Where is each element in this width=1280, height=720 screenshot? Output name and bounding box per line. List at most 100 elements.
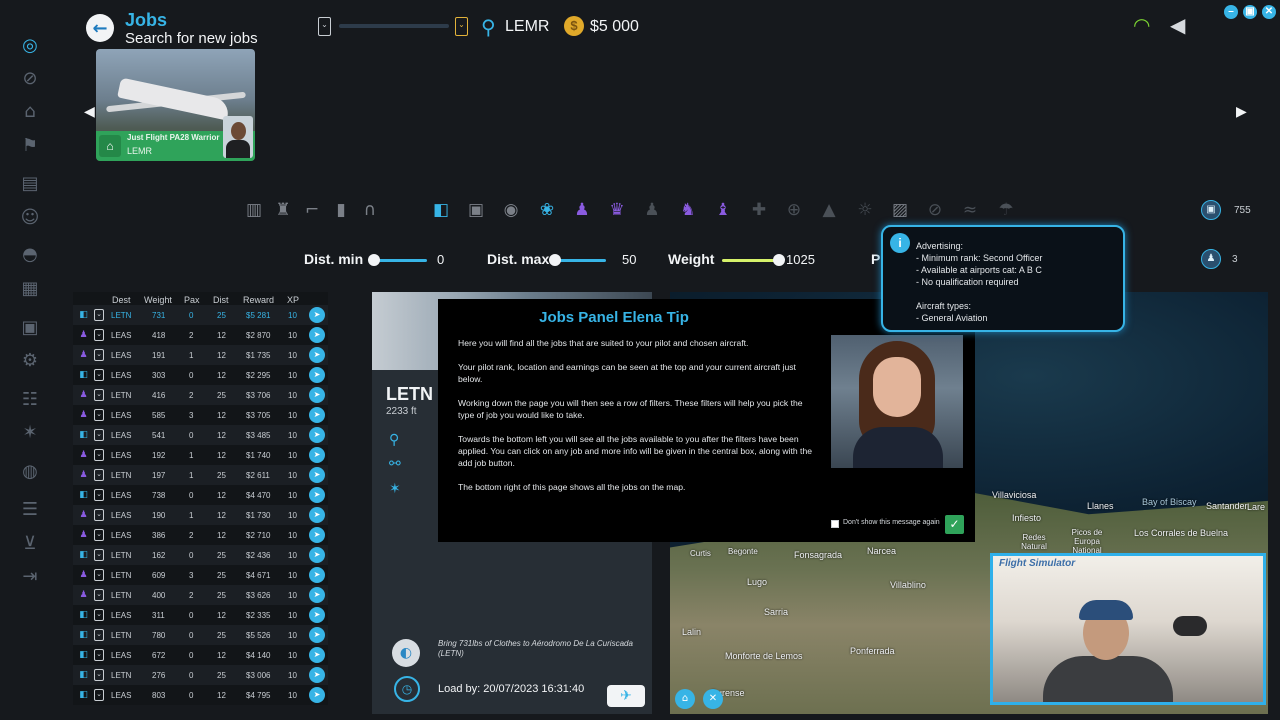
weight-knob[interactable] xyxy=(773,254,785,266)
advertising-icon[interactable]: ▨ xyxy=(889,199,911,221)
table-row[interactable]: ◧ ⌄ LETN 162 0 25 $2 436 10 ➤ xyxy=(73,545,328,565)
table-row[interactable]: ♟ ⌄ LEAS 192 1 12 $1 740 10 ➤ xyxy=(73,445,328,465)
globe-icon[interactable]: ◍ xyxy=(18,460,42,482)
expand-chevron-icon[interactable]: ⌄ xyxy=(94,329,104,341)
trophy-disabled-icon[interactable]: ♜ xyxy=(272,199,294,221)
cap-icon[interactable]: ◓ xyxy=(18,243,42,265)
passenger-icon[interactable]: ♟ xyxy=(571,199,593,221)
table-row[interactable]: ◧ ⌄ LETN 276 0 25 $3 006 10 ➤ xyxy=(73,665,328,685)
settings-sliders-icon[interactable]: ☰ xyxy=(18,498,42,520)
job-go-icon[interactable]: ➤ xyxy=(309,587,325,603)
job-go-icon[interactable]: ➤ xyxy=(309,327,325,343)
job-go-icon[interactable]: ➤ xyxy=(309,627,325,643)
dist-min-slider[interactable] xyxy=(372,259,427,262)
table-row[interactable]: ◧ ⌄ LETN 780 0 25 $5 526 10 ➤ xyxy=(73,625,328,645)
megaphone-icon[interactable]: ◀ xyxy=(1170,13,1185,37)
close-button[interactable]: ✕ xyxy=(1262,5,1276,19)
expand-chevron-icon[interactable]: ⌄ xyxy=(94,449,104,461)
dashboard-icon[interactable]: ⊘ xyxy=(18,67,42,89)
photo-passenger-icon[interactable]: ♞ xyxy=(677,199,699,221)
next-aircraft-arrow-icon[interactable]: ▶ xyxy=(1236,104,1247,120)
table-row[interactable]: ◧ ⌄ LEAS 672 0 12 $4 140 10 ➤ xyxy=(73,645,328,665)
expand-chevron-icon[interactable]: ⌄ xyxy=(94,349,104,361)
expand-chevron-icon[interactable]: ⌄ xyxy=(94,309,104,321)
table-row[interactable]: ♟ ⌄ LETN 197 1 25 $2 611 10 ➤ xyxy=(73,465,328,485)
job-go-icon[interactable]: ➤ xyxy=(309,647,325,663)
job-go-icon[interactable]: ➤ xyxy=(309,407,325,423)
table-row[interactable]: ♟ ⌄ LEAS 418 2 12 $2 870 10 ➤ xyxy=(73,325,328,345)
expand-chevron-icon[interactable]: ⌄ xyxy=(94,529,104,541)
shop-icon[interactable]: ▤ xyxy=(18,172,42,194)
expand-chevron-icon[interactable]: ⌄ xyxy=(94,469,104,481)
job-go-icon[interactable]: ➤ xyxy=(309,607,325,623)
parcel-icon[interactable]: ❀ xyxy=(536,199,558,221)
table-row[interactable]: ♟ ⌄ LEAS 190 1 12 $1 730 10 ➤ xyxy=(73,505,328,525)
table-row[interactable]: ◧ ⌄ LEAS 541 0 12 $3 485 10 ➤ xyxy=(73,425,328,445)
airshow-icon[interactable]: ≈ xyxy=(959,199,981,221)
job-go-icon[interactable]: ➤ xyxy=(309,527,325,543)
job-go-icon[interactable]: ➤ xyxy=(309,507,325,523)
expand-chevron-icon[interactable]: ⌄ xyxy=(94,689,104,701)
job-go-icon[interactable]: ➤ xyxy=(309,547,325,563)
group-passenger-icon[interactable]: ♝ xyxy=(712,199,734,221)
cargo-disabled-icon[interactable]: ▥ xyxy=(243,199,265,221)
expand-chevron-icon[interactable]: ⌄ xyxy=(94,369,104,381)
expand-chevron-icon[interactable]: ⌄ xyxy=(94,669,104,681)
parachute-icon[interactable]: ☂ xyxy=(995,199,1017,221)
wings-icon[interactable]: ✶ xyxy=(18,421,42,443)
expand-chevron-icon[interactable]: ⌄ xyxy=(94,509,104,521)
briefcase-icon[interactable]: ▣ xyxy=(465,199,487,221)
map-job-marker-icon[interactable]: ✕ xyxy=(703,689,723,709)
camera-icon[interactable]: ◉ xyxy=(500,199,522,221)
cargo-box-icon[interactable]: ◧ xyxy=(430,199,452,221)
back-button[interactable]: ← xyxy=(86,14,114,42)
headset-disabled-icon[interactable]: ∩ xyxy=(359,199,381,221)
job-go-icon[interactable]: ➤ xyxy=(309,467,325,483)
table-row[interactable]: ◧ ⌄ LEAS 738 0 12 $4 470 10 ➤ xyxy=(73,485,328,505)
col-reward[interactable]: Reward xyxy=(243,295,274,305)
job-go-icon[interactable]: ➤ xyxy=(309,367,325,383)
crane-disabled-icon[interactable]: ⌐ xyxy=(301,199,323,221)
pilot-icon[interactable]: ☺ xyxy=(18,206,42,228)
aircraft-card[interactable]: ⌂ Just Flight PA28 Warrior LEMR xyxy=(96,49,255,161)
job-go-icon[interactable]: ➤ xyxy=(309,427,325,443)
fire-icon[interactable]: ▲ xyxy=(818,199,840,221)
expand-chevron-icon[interactable]: ⌄ xyxy=(94,429,104,441)
prev-aircraft-arrow-icon[interactable]: ◀ xyxy=(84,104,95,120)
vip-passenger-icon[interactable]: ♛ xyxy=(606,199,628,221)
dist-max-knob[interactable] xyxy=(549,254,561,266)
logbook-icon[interactable]: ▣ xyxy=(18,316,42,338)
job-go-icon[interactable]: ➤ xyxy=(309,447,325,463)
expand-chevron-icon[interactable]: ⌄ xyxy=(94,549,104,561)
hangar-icon[interactable]: ⌂ xyxy=(18,100,42,122)
table-row[interactable]: ◧ ⌄ LEAS 803 0 12 $4 795 10 ➤ xyxy=(73,685,328,705)
expand-chevron-icon[interactable]: ⌄ xyxy=(94,649,104,661)
weight-slider[interactable] xyxy=(722,259,778,262)
fuel-truck-icon[interactable]: ▦ xyxy=(18,277,42,299)
dont-show-checkbox[interactable] xyxy=(831,520,839,528)
expand-chevron-icon[interactable]: ⌄ xyxy=(94,389,104,401)
job-go-icon[interactable]: ➤ xyxy=(309,347,325,363)
col-weight[interactable]: Weight xyxy=(144,295,172,305)
table-row[interactable]: ♟ ⌄ LETN 416 2 25 $3 706 10 ➤ xyxy=(73,385,328,405)
map-hangar-icon[interactable]: ⌂ xyxy=(675,689,695,709)
job-go-icon[interactable]: ➤ xyxy=(309,667,325,683)
table-row[interactable]: ♟ ⌄ LETN 400 2 25 $3 626 10 ➤ xyxy=(73,585,328,605)
airport-icon[interactable]: ⚑ xyxy=(18,134,42,156)
expand-chevron-icon[interactable]: ⌄ xyxy=(94,489,104,501)
table-row[interactable]: ♟ ⌄ LEAS 585 3 12 $3 705 10 ➤ xyxy=(73,405,328,425)
skydive-icon[interactable]: ☼ xyxy=(854,199,876,221)
col-dist[interactable]: Dist xyxy=(213,295,229,305)
table-row[interactable]: ♟ ⌄ LEAS 191 1 12 $1 735 10 ➤ xyxy=(73,345,328,365)
col-xp[interactable]: XP xyxy=(287,295,299,305)
maximize-button[interactable]: ▣ xyxy=(1243,5,1257,19)
job-go-icon[interactable]: ➤ xyxy=(309,387,325,403)
maintenance-icon[interactable]: ⚙ xyxy=(18,349,42,371)
job-go-icon[interactable]: ➤ xyxy=(309,687,325,703)
col-pax[interactable]: Pax xyxy=(184,295,200,305)
expand-chevron-icon[interactable]: ⌄ xyxy=(94,629,104,641)
table-row[interactable]: ◧ ⌄ LETN 731 0 25 $5 281 10 ➤ xyxy=(73,305,328,325)
expand-chevron-icon[interactable]: ⌄ xyxy=(94,589,104,601)
job-go-icon[interactable]: ➤ xyxy=(309,307,325,323)
expand-chevron-icon[interactable]: ⌄ xyxy=(94,609,104,621)
